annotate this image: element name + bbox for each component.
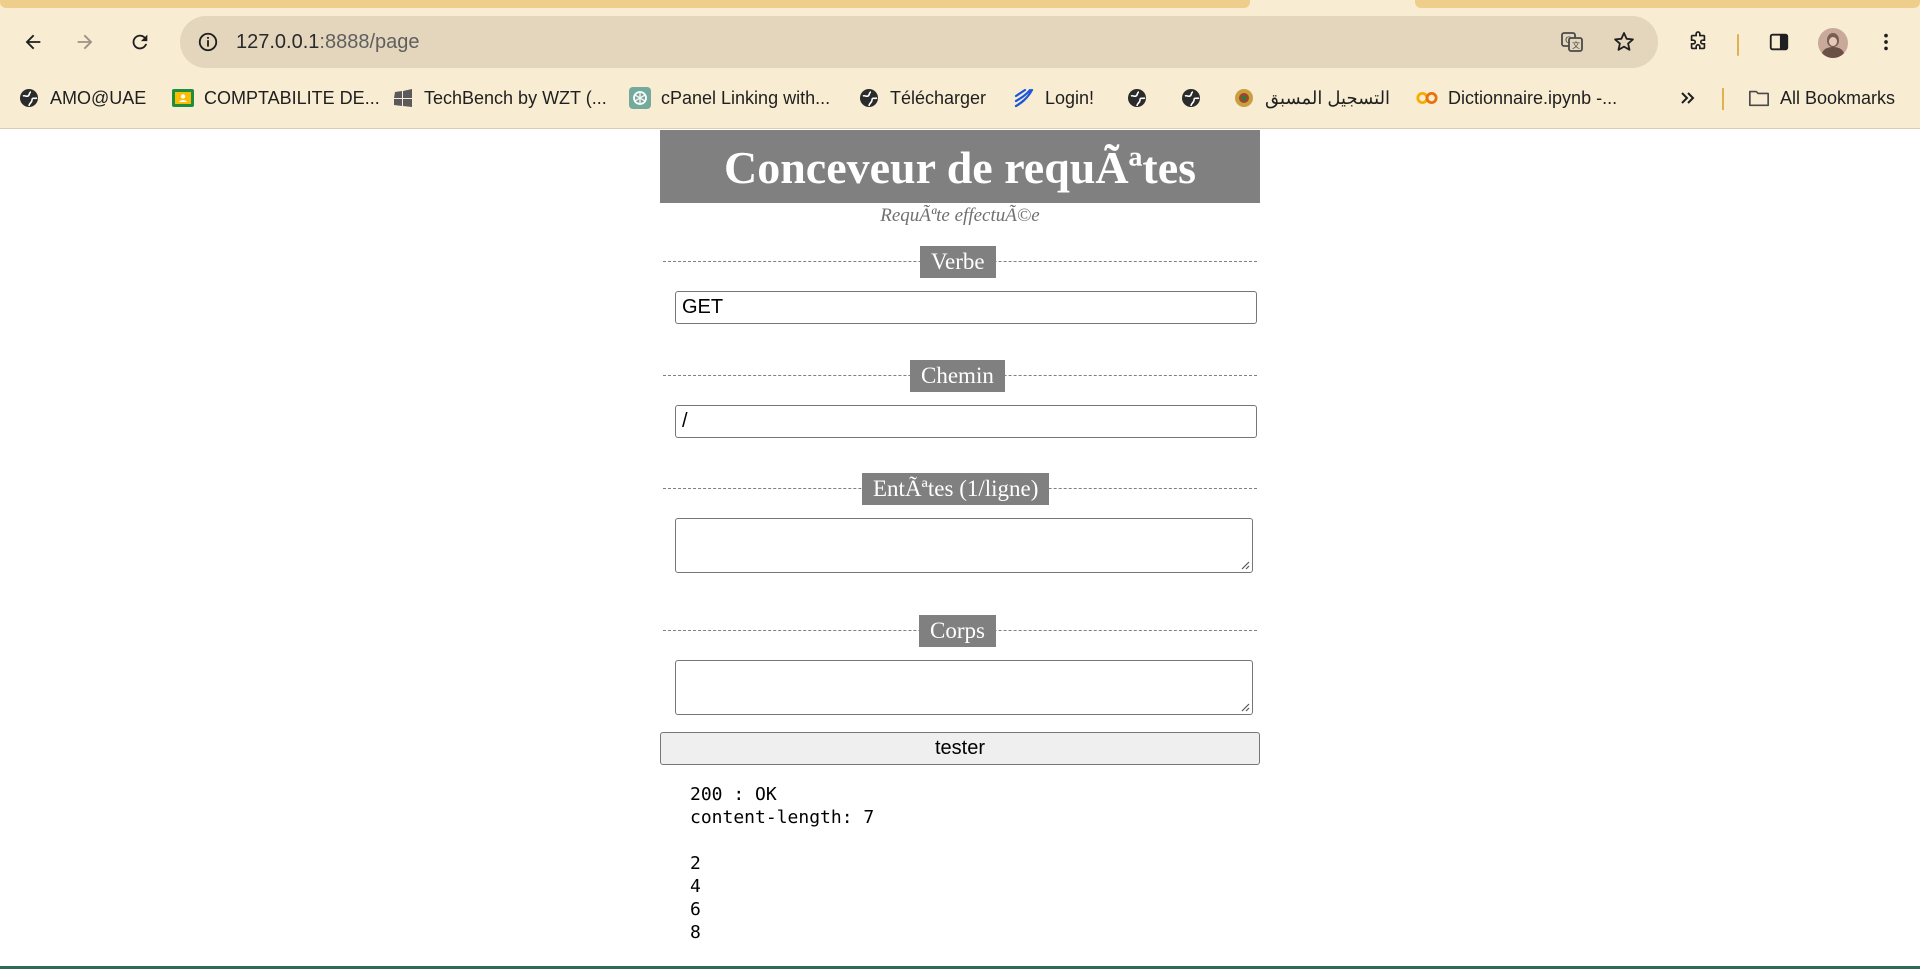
bookmark-label: COMPTABILITE DE... xyxy=(204,87,380,108)
toolbar-separator xyxy=(1737,34,1739,56)
star-icon xyxy=(1614,32,1634,51)
bookmark-item[interactable]: Login! xyxy=(1013,82,1094,114)
bookmarks-bar: AMO@UAE COMPTABILITE DE... TechBench by … xyxy=(0,78,1920,118)
info-icon xyxy=(198,32,218,52)
legend-chemin: Chemin xyxy=(910,360,1005,392)
all-bookmarks-label: All Bookmarks xyxy=(1780,87,1896,108)
bookmark-label: Login! xyxy=(1045,87,1095,108)
url-text[interactable]: 127.0.0.1:8888/page xyxy=(236,16,420,68)
bookmark-item[interactable]: Télécharger xyxy=(858,82,986,114)
arrow-left-icon xyxy=(25,34,41,50)
tab-inactive[interactable] xyxy=(1415,0,1920,8)
openai-icon xyxy=(629,87,651,109)
resize-grip-icon[interactable] xyxy=(1238,700,1250,712)
folder-icon xyxy=(1748,87,1770,109)
globe-icon xyxy=(18,87,40,109)
path-input[interactable] xyxy=(675,405,1257,438)
legend-entetes: EntÃªtes (1/ligne) xyxy=(862,473,1050,505)
bookmark-label: Dictionnaire.ipynb -... xyxy=(1448,87,1618,108)
bookmark-item[interactable]: Dictionnaire.ipynb -... xyxy=(1416,82,1617,114)
arrow-right-icon xyxy=(77,34,93,50)
bookmark-label: Télécharger xyxy=(890,87,987,108)
response-output: 200 : OK content-length: 7 2 4 6 8 xyxy=(690,784,875,943)
windows-icon xyxy=(392,87,414,109)
translate-icon: G文 xyxy=(1561,32,1583,52)
bookmark-star-button[interactable] xyxy=(1608,26,1640,58)
translate-button[interactable]: G文 xyxy=(1556,26,1588,58)
browser-toolbar: 127.0.0.1:8888/page G文 xyxy=(0,12,1920,72)
profile-avatar[interactable] xyxy=(1818,28,1848,58)
bookmark-item[interactable]: AMO@UAE xyxy=(18,82,146,114)
globe-icon xyxy=(1180,87,1202,109)
bookmark-item[interactable]: التسجيل المسبق xyxy=(1233,82,1390,114)
colab-icon xyxy=(1416,87,1438,109)
bookmark-label: cPanel Linking with... xyxy=(661,87,831,108)
body-textarea[interactable] xyxy=(675,660,1253,715)
back-button[interactable] xyxy=(15,24,51,60)
verb-input[interactable] xyxy=(675,291,1257,324)
tab-strip xyxy=(0,0,1920,8)
page-title: Conceveur de requÃªtes xyxy=(660,130,1260,203)
bookmark-item[interactable] xyxy=(1180,82,1202,114)
emblem-icon xyxy=(1233,87,1255,109)
kebab-menu-icon xyxy=(1884,33,1888,51)
reload-icon xyxy=(132,34,148,50)
extensions-button[interactable] xyxy=(1680,24,1716,60)
site-info-button[interactable] xyxy=(192,26,224,58)
status-subtitle: RequÃªte effectuÃ©e xyxy=(880,205,1040,226)
wave-icon xyxy=(1013,87,1035,109)
address-bar[interactable]: 127.0.0.1:8888/page G文 xyxy=(180,16,1658,68)
bookmark-item[interactable]: cPanel Linking with... xyxy=(629,82,830,114)
svg-text:文: 文 xyxy=(1572,40,1580,50)
puzzle-icon xyxy=(1690,31,1706,50)
chevron-double-right-icon xyxy=(1677,87,1699,109)
forward-button[interactable] xyxy=(67,24,103,60)
resize-grip-icon[interactable] xyxy=(1238,558,1250,570)
bookmark-item[interactable] xyxy=(1126,82,1148,114)
bookmarks-separator xyxy=(1722,88,1724,110)
bookmark-item[interactable]: TechBench by WZT (... xyxy=(392,82,607,114)
classroom-icon xyxy=(172,87,194,109)
bookmark-item[interactable]: COMPTABILITE DE... xyxy=(172,82,380,114)
tab-inactive[interactable] xyxy=(0,0,1250,8)
page-content: Conceveur de requÃªtes RequÃªte effectuÃ… xyxy=(0,129,1920,969)
bookmark-label: TechBench by WZT (... xyxy=(424,87,607,108)
url-host: 127.0.0.1 xyxy=(236,31,320,53)
url-path: :8888/page xyxy=(319,31,420,53)
reload-button[interactable] xyxy=(122,24,158,60)
globe-icon xyxy=(1126,87,1148,109)
submit-button[interactable]: tester xyxy=(660,732,1260,765)
legend-verbe: Verbe xyxy=(920,246,996,278)
headers-textarea[interactable] xyxy=(675,518,1253,573)
globe-icon xyxy=(858,87,880,109)
bookmark-label: التسجيل المسبق xyxy=(1265,87,1391,108)
all-bookmarks-button[interactable]: All Bookmarks xyxy=(1748,82,1895,114)
side-panel-icon xyxy=(1769,33,1789,51)
browser-chrome: 127.0.0.1:8888/page G文 AMO@UAE xyxy=(0,0,1920,129)
more-bookmarks-button[interactable] xyxy=(1677,82,1699,114)
legend-corps: Corps xyxy=(919,615,996,647)
bookmark-label: AMO@UAE xyxy=(50,87,147,108)
menu-button[interactable] xyxy=(1868,24,1904,60)
side-panel-button[interactable] xyxy=(1761,24,1797,60)
